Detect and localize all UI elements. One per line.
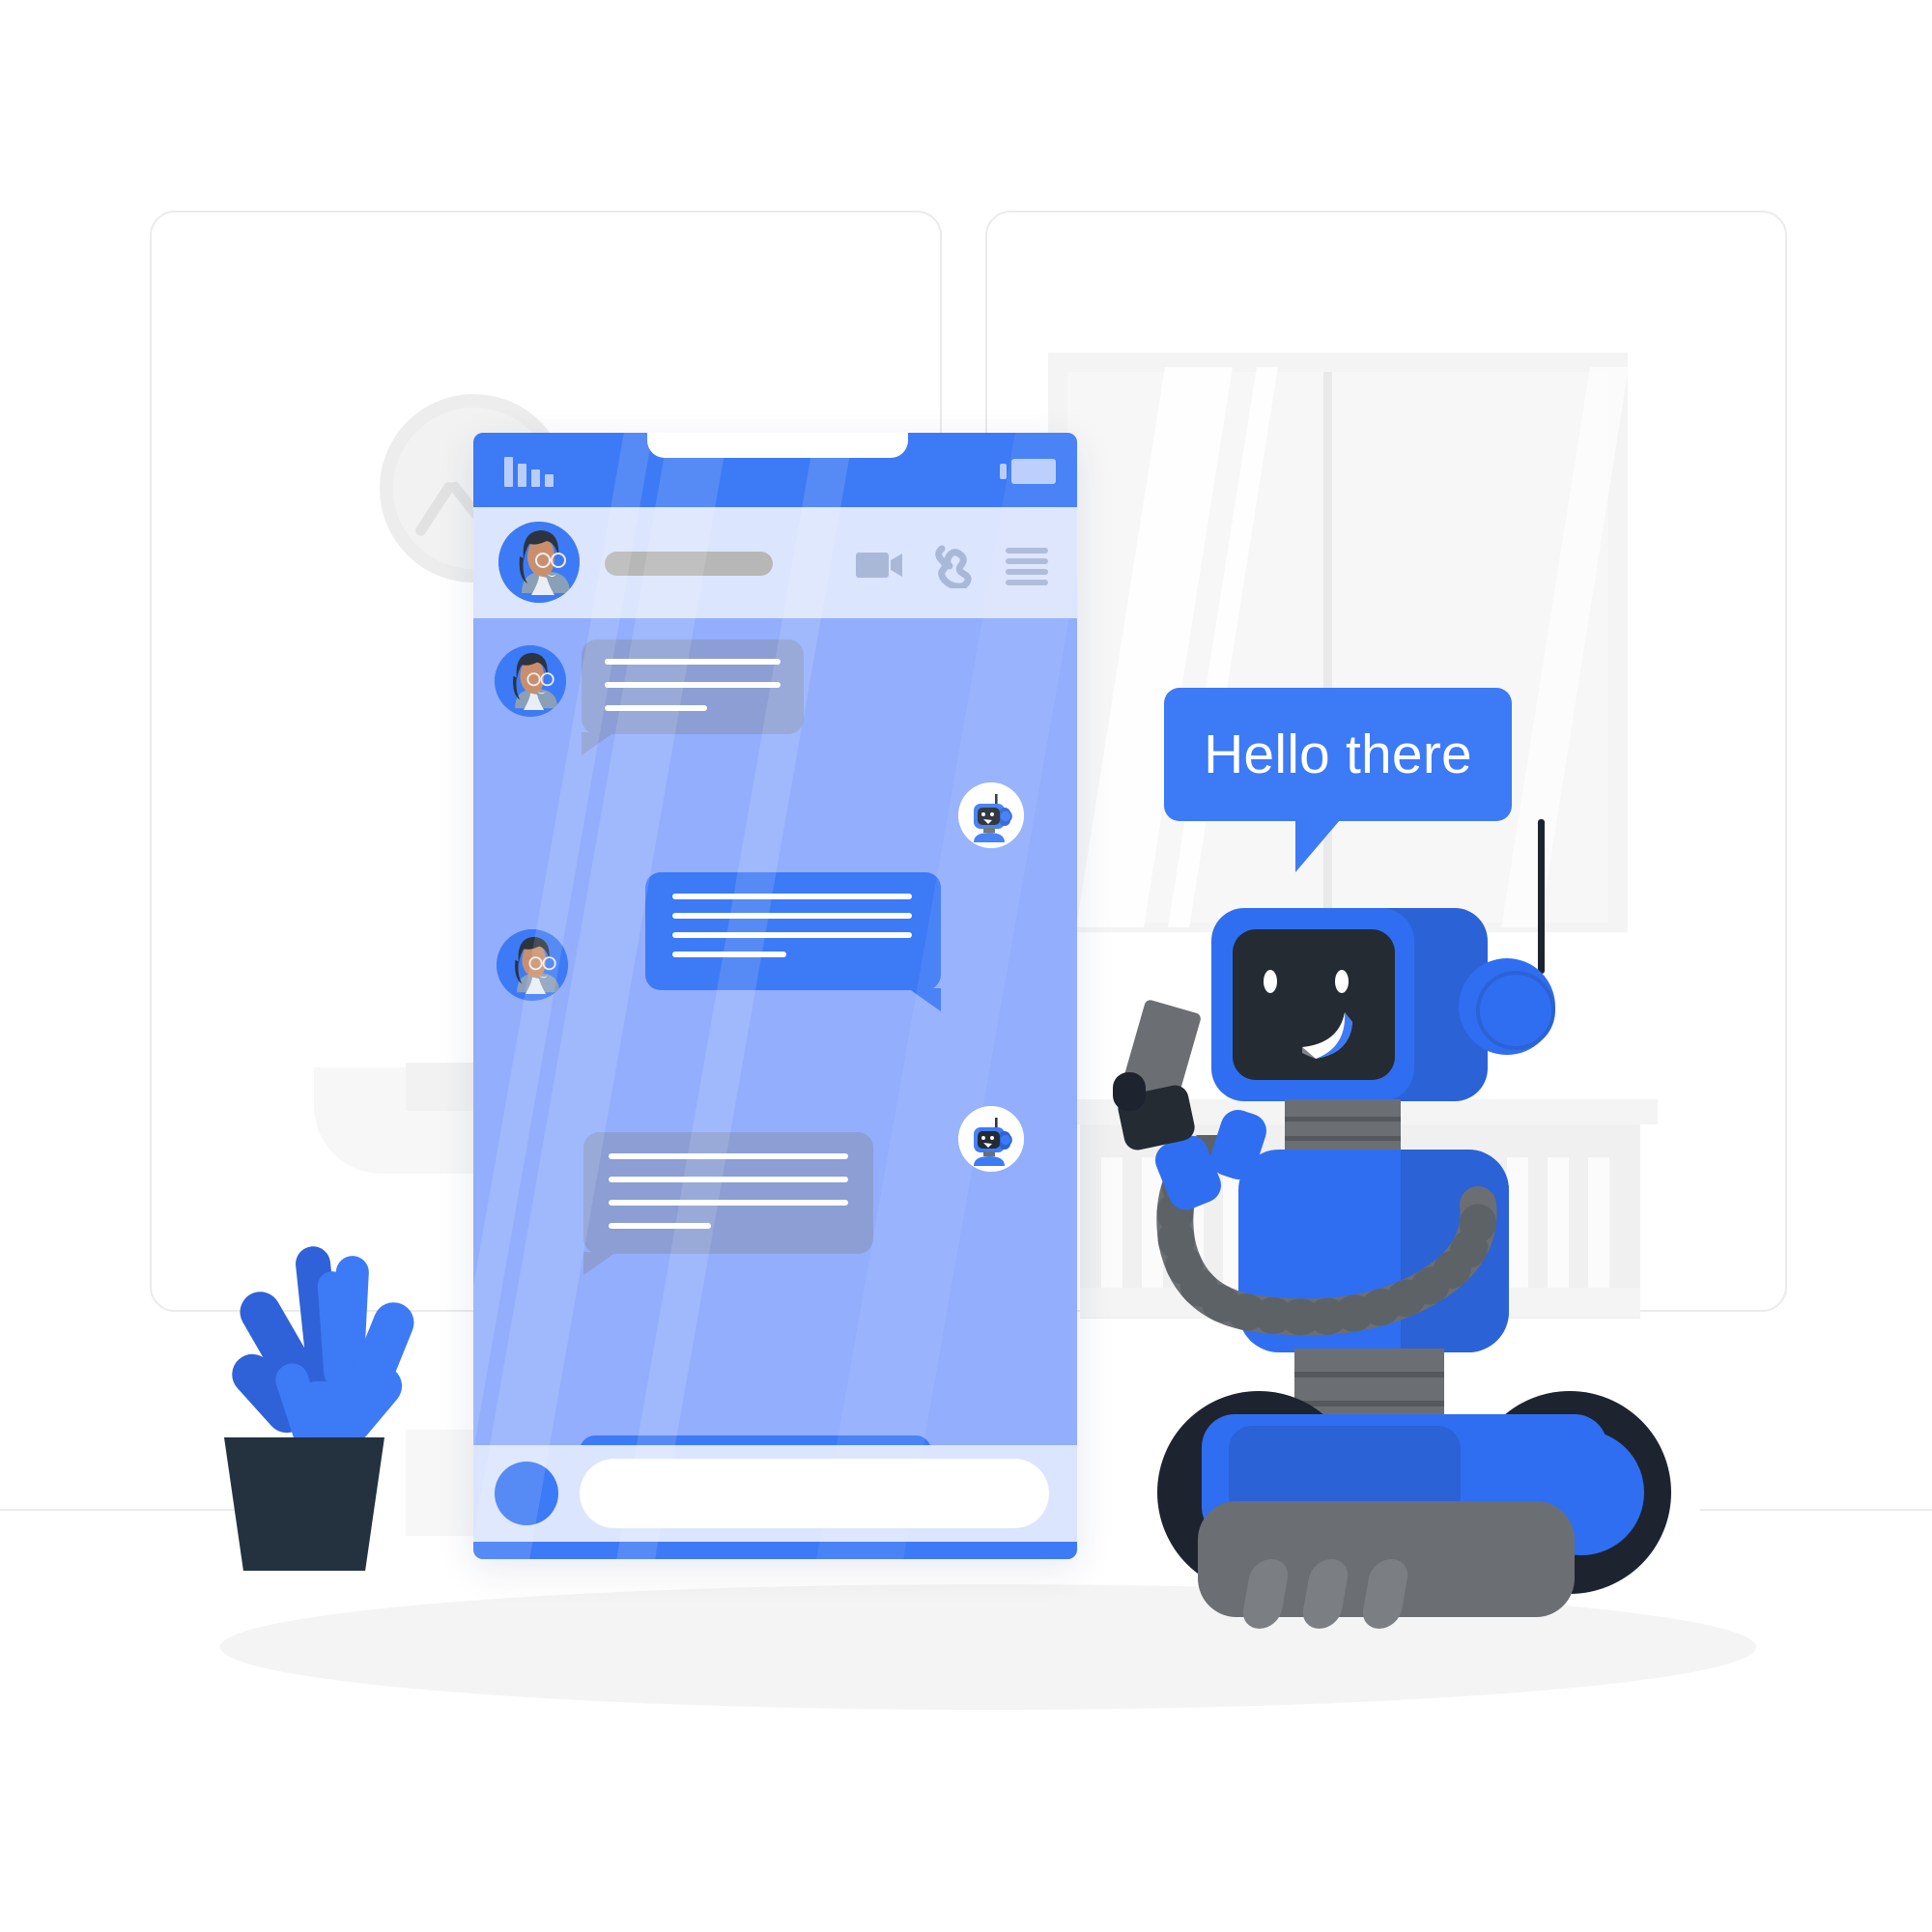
robot-gripper-thumb — [1113, 1072, 1146, 1111]
message-line — [672, 913, 912, 919]
message-input[interactable] — [580, 1459, 1049, 1528]
contact-avatar[interactable] — [497, 929, 568, 1001]
message-line — [605, 682, 781, 688]
chat-header — [473, 507, 1077, 618]
contact-name-bar — [605, 552, 773, 576]
message-line — [672, 952, 786, 957]
message-bubble-outgoing[interactable] — [645, 872, 941, 1011]
illustration-canvas: Hello there — [0, 0, 1932, 1932]
message-line — [609, 1200, 848, 1206]
status-bar — [473, 433, 1077, 507]
phone-call-icon[interactable] — [935, 544, 980, 590]
contact-avatar[interactable] — [498, 522, 580, 603]
robot-antenna — [1538, 819, 1545, 974]
message-line — [605, 659, 781, 665]
smartphone — [473, 433, 1077, 1559]
bot-avatar[interactable] — [958, 782, 1024, 848]
video-call-icon[interactable] — [856, 550, 904, 581]
robot-waist-segment — [1294, 1401, 1444, 1406]
robot-smile — [1296, 1010, 1358, 1063]
message-line — [609, 1223, 711, 1229]
attach-button[interactable] — [495, 1462, 558, 1525]
potted-plant — [223, 1244, 473, 1633]
message-line — [609, 1177, 848, 1182]
robot-ear-inner — [1476, 971, 1555, 1050]
bot-avatar[interactable] — [958, 1106, 1024, 1172]
battery-icon — [1000, 459, 1056, 484]
robot-eye-left — [1264, 970, 1277, 993]
message-composer — [473, 1445, 1077, 1542]
radiator-slat — [1101, 1157, 1122, 1288]
message-line — [672, 894, 912, 899]
signal-bars-icon — [504, 454, 562, 487]
message-bubble-incoming[interactable] — [583, 1132, 873, 1275]
message-line — [672, 932, 912, 938]
robot-speech-bubble-body: Hello there — [1164, 688, 1512, 821]
message-bubble-outgoing[interactable] — [580, 1435, 931, 1445]
phone-bottom-bar — [473, 1542, 1077, 1559]
robot-speech-text: Hello there — [1204, 724, 1472, 785]
robot — [1113, 819, 1710, 1629]
contact-avatar[interactable] — [495, 645, 566, 717]
camera-notch — [647, 433, 908, 458]
ground-line-right — [1700, 1509, 1932, 1511]
message-line — [609, 1153, 848, 1159]
robot-neck-segment — [1285, 1117, 1401, 1122]
message-bubble-incoming[interactable] — [582, 639, 804, 755]
robot-waist-segment — [1294, 1372, 1444, 1378]
robot-eye-right — [1335, 970, 1349, 993]
message-line — [605, 705, 707, 711]
plant-pot — [224, 1437, 384, 1571]
menu-icon[interactable] — [1006, 548, 1048, 586]
chat-thread[interactable] — [473, 618, 1077, 1445]
